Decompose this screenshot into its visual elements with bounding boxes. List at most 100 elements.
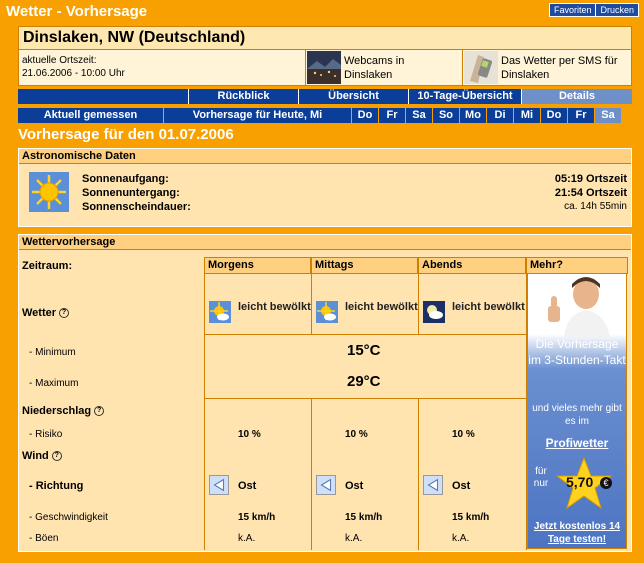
row-richtung-label: - Richtung [29,480,84,492]
view-nav: Rückblick Übersicht 10-Tage-Übersicht De… [18,89,632,104]
webcams-promo[interactable]: Webcams in Dinslaken [305,50,462,85]
tab-day-fr[interactable]: Fr [379,108,405,123]
sms-promo[interactable]: Das Wetter per SMS für Dinslaken [462,50,632,85]
min-temp: 15°C [347,342,381,359]
tab-day-sa[interactable]: Sa [406,108,432,123]
night-cloudy-icon [423,301,445,323]
ad-headline: Die Vorhersage im 3-Stunden-Takt [528,337,626,367]
ad-subline: und vieles mehr gibt es im [532,403,622,427]
favorites-link[interactable]: Favoriten [550,4,596,16]
location-title: Dinslaken, NW (Deutschland) [18,26,632,50]
ad-price: 5,70 [566,474,594,490]
help-icon[interactable]: ? [51,451,62,462]
local-time-label: aktuelle Ortszeit: [22,55,97,66]
wind-direction-east-icon [209,475,229,495]
forecast-title: Vorhersage für den 01.07.2006 [18,126,234,143]
col-divider [204,274,205,550]
direction-abends: Ost [452,480,471,492]
risk-morgens: 10 % [238,429,261,440]
page-title: Wetter - Vorhersage [6,3,148,20]
webcam-thumbnail-icon [307,51,341,84]
webcams-link[interactable]: Webcams in Dinslaken [344,54,454,82]
location-info-row: aktuelle Ortszeit: 21.06.2006 - 10:00 Uh… [18,50,632,86]
local-time-value: 21.06.2006 - 10:00 Uhr [22,68,125,79]
ad-price-prefix: für nur [533,466,549,489]
col-divider [311,274,312,334]
period-label: Zeitraum: [22,260,73,272]
ad-brand-link[interactable]: Profiwetter [528,436,626,450]
sunrise-label: Sonnenaufgang: [82,173,169,185]
row-niederschlag-label: Niederschlag [22,405,92,417]
tab-day-do[interactable]: Do [352,108,378,123]
partly-cloudy-icon [316,301,338,323]
print-link[interactable]: Drucken [595,4,638,16]
row-wind-label: Wind [22,450,49,462]
row-niederschlag: Niederschlag? [22,405,105,417]
tab-day-di[interactable]: Di [487,108,513,123]
col-divider [418,398,419,550]
condition-mittags: leicht bewölkt [345,301,418,313]
col-divider [311,398,312,550]
row-wind: Wind? [22,450,62,462]
sunset-value: 21:54 Ortszeit [554,187,627,199]
risk-abends: 10 % [452,429,475,440]
condition-morgens: leicht bewölkt [238,301,311,313]
direction-mittags: Ost [345,480,364,492]
tab-day-so[interactable]: So [433,108,459,123]
sunset-label: Sonnenuntergang: [82,187,180,199]
speed-mittags: 15 km/h [345,512,383,523]
row-divider [204,334,526,335]
tab-day-do-2[interactable]: Do [541,108,567,123]
col-mehr: Mehr? [526,257,628,274]
sunshine-duration-value: ca. 14h 55min [564,201,627,212]
tab-day-fr-2[interactable]: Fr [568,108,594,123]
thumbs-up-person-icon [548,277,610,338]
tab-aktuell[interactable]: Aktuell gemessen [18,108,163,123]
row-minimum-label: - Minimum [29,347,76,358]
nav-uebersicht[interactable]: Übersicht [298,89,408,104]
row-geschwindigkeit-label: - Geschwindigkeit [29,512,108,523]
nav-details[interactable]: Details [521,89,632,104]
nav-rueckblick[interactable]: Rückblick [188,89,298,104]
page-frame: Wetter - Vorhersage Favoriten Drucken Di… [0,0,644,563]
speed-abends: 15 km/h [452,512,490,523]
ad-currency: € [600,477,612,489]
profiwetter-ad[interactable]: Die Vorhersage im 3-Stunden-Takt und vie… [527,273,627,549]
row-divider [204,398,526,399]
partly-cloudy-icon [209,301,231,323]
col-abends: Abends [418,257,526,274]
speed-morgens: 15 km/h [238,512,276,523]
row-maximum-label: - Maximum [29,378,79,389]
col-morgens: Morgens [204,257,311,274]
col-divider [418,274,419,334]
top-links: Favoriten Drucken [548,3,639,17]
tab-day-mi[interactable]: Mi [514,108,540,123]
tab-day-sa-2[interactable]: Sa [595,108,621,123]
row-wetter-label: Wetter [22,307,57,319]
help-icon[interactable]: ? [59,308,70,319]
sms-phone-icon [464,51,498,84]
help-icon[interactable]: ? [94,406,105,417]
tab-day-mo[interactable]: Mo [460,108,486,123]
tab-heute[interactable]: Vorhersage für Heute, Mi [164,108,351,123]
gusts-morgens: k.A. [238,533,256,544]
row-risiko-label: - Risiko [29,429,63,440]
astro-section: Astronomische Daten Sonnenaufgang: Sonne… [18,148,632,227]
local-time: aktuelle Ortszeit: 21.06.2006 - 10:00 Uh… [22,54,125,80]
ad-trial-link[interactable]: Jetzt kostenlos 14 Tage testen! [528,520,626,546]
wind-direction-east-icon [423,475,443,495]
sunrise-value: 05:19 Ortszeit [554,173,627,185]
sms-link[interactable]: Das Wetter per SMS für Dinslaken [501,54,631,82]
astro-heading: Astronomische Daten [19,149,631,164]
gusts-abends: k.A. [452,533,470,544]
condition-abends: leicht bewölkt [452,301,525,313]
col-mittags: Mittags [311,257,418,274]
sunshine-duration-label: Sonnenscheindauer: [82,201,191,213]
forecast-section: Wettervorhersage Zeitraum: Morgens Mitta… [18,234,632,552]
row-boeen-label: - Böen [29,533,59,544]
gusts-mittags: k.A. [345,533,363,544]
day-tabs: Aktuell gemessen Vorhersage für Heute, M… [18,108,632,123]
nav-10-tage[interactable]: 10-Tage-Übersicht [408,89,521,104]
row-wetter: Wetter? [22,307,70,319]
forecast-heading: Wettervorhersage [19,235,631,250]
